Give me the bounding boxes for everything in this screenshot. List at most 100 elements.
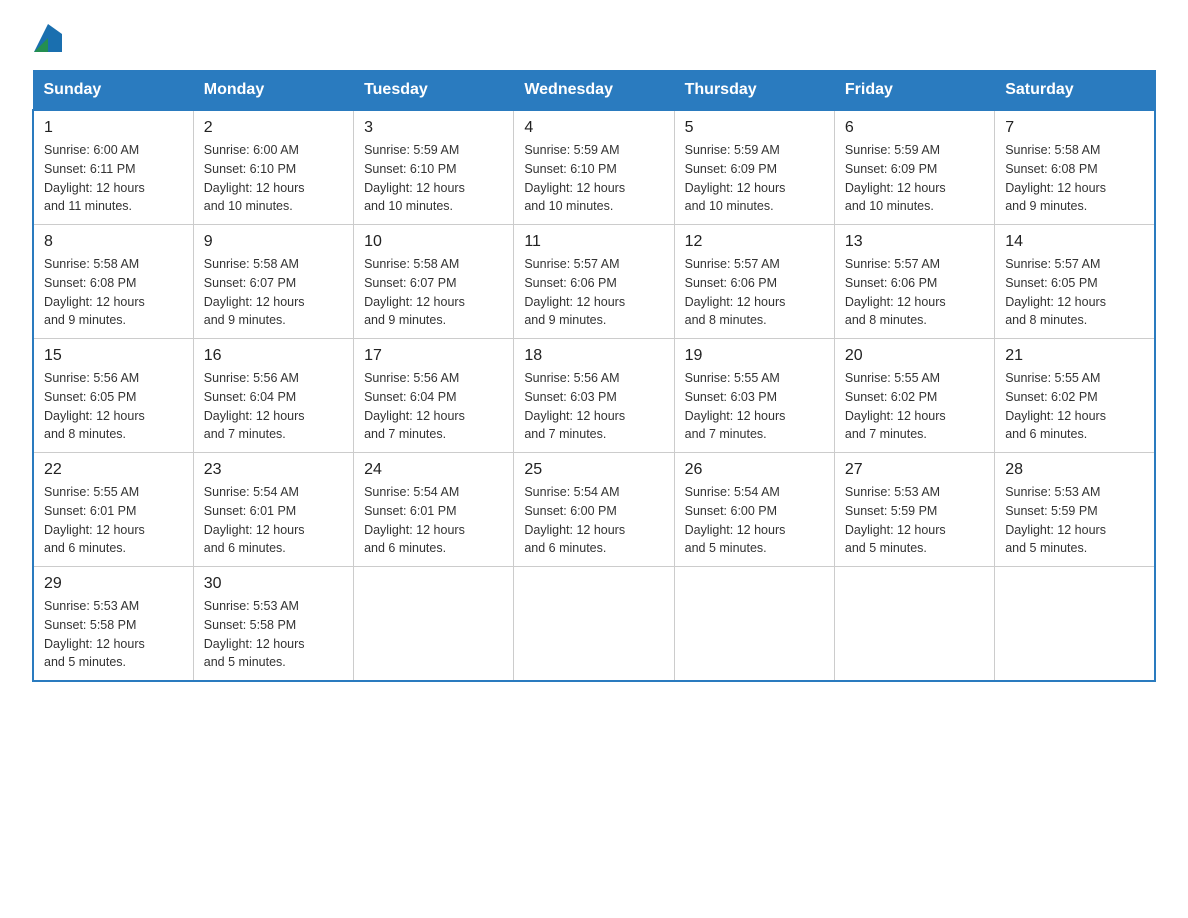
day-number: 9 [204, 233, 343, 251]
day-number: 25 [524, 461, 663, 479]
day-number: 22 [44, 461, 183, 479]
week-row-4: 22 Sunrise: 5:55 AMSunset: 6:01 PMDaylig… [33, 453, 1155, 567]
day-number: 21 [1005, 347, 1144, 365]
day-number: 10 [364, 233, 503, 251]
day-info: Sunrise: 5:56 AMSunset: 6:04 PMDaylight:… [364, 371, 465, 441]
day-info: Sunrise: 5:57 AMSunset: 6:06 PMDaylight:… [845, 257, 946, 327]
day-info: Sunrise: 5:58 AMSunset: 6:08 PMDaylight:… [44, 257, 145, 327]
day-info: Sunrise: 5:53 AMSunset: 5:58 PMDaylight:… [204, 599, 305, 669]
day-cell: 23 Sunrise: 5:54 AMSunset: 6:01 PMDaylig… [193, 453, 353, 567]
day-cell [514, 567, 674, 682]
day-info: Sunrise: 5:59 AMSunset: 6:10 PMDaylight:… [364, 143, 465, 213]
day-number: 19 [685, 347, 824, 365]
day-info: Sunrise: 5:56 AMSunset: 6:03 PMDaylight:… [524, 371, 625, 441]
week-row-1: 1 Sunrise: 6:00 AMSunset: 6:11 PMDayligh… [33, 110, 1155, 225]
day-cell: 2 Sunrise: 6:00 AMSunset: 6:10 PMDayligh… [193, 110, 353, 225]
day-cell: 30 Sunrise: 5:53 AMSunset: 5:58 PMDaylig… [193, 567, 353, 682]
day-number: 13 [845, 233, 984, 251]
day-cell: 1 Sunrise: 6:00 AMSunset: 6:11 PMDayligh… [33, 110, 193, 225]
day-info: Sunrise: 5:54 AMSunset: 6:00 PMDaylight:… [685, 485, 786, 555]
day-cell: 11 Sunrise: 5:57 AMSunset: 6:06 PMDaylig… [514, 225, 674, 339]
day-cell: 17 Sunrise: 5:56 AMSunset: 6:04 PMDaylig… [354, 339, 514, 453]
day-info: Sunrise: 5:53 AMSunset: 5:58 PMDaylight:… [44, 599, 145, 669]
day-info: Sunrise: 5:59 AMSunset: 6:09 PMDaylight:… [685, 143, 786, 213]
day-cell: 3 Sunrise: 5:59 AMSunset: 6:10 PMDayligh… [354, 110, 514, 225]
day-info: Sunrise: 5:57 AMSunset: 6:06 PMDaylight:… [685, 257, 786, 327]
day-info: Sunrise: 5:54 AMSunset: 6:01 PMDaylight:… [364, 485, 465, 555]
day-cell: 28 Sunrise: 5:53 AMSunset: 5:59 PMDaylig… [995, 453, 1155, 567]
logo-icon [34, 24, 62, 52]
day-number: 17 [364, 347, 503, 365]
day-info: Sunrise: 6:00 AMSunset: 6:11 PMDaylight:… [44, 143, 145, 213]
day-number: 14 [1005, 233, 1144, 251]
day-info: Sunrise: 5:57 AMSunset: 6:06 PMDaylight:… [524, 257, 625, 327]
day-number: 29 [44, 575, 183, 593]
week-row-5: 29 Sunrise: 5:53 AMSunset: 5:58 PMDaylig… [33, 567, 1155, 682]
calendar-table: SundayMondayTuesdayWednesdayThursdayFrid… [32, 70, 1156, 682]
day-number: 5 [685, 119, 824, 137]
day-number: 11 [524, 233, 663, 251]
day-cell: 13 Sunrise: 5:57 AMSunset: 6:06 PMDaylig… [834, 225, 994, 339]
day-number: 27 [845, 461, 984, 479]
day-info: Sunrise: 5:58 AMSunset: 6:07 PMDaylight:… [204, 257, 305, 327]
day-cell: 10 Sunrise: 5:58 AMSunset: 6:07 PMDaylig… [354, 225, 514, 339]
day-cell: 15 Sunrise: 5:56 AMSunset: 6:05 PMDaylig… [33, 339, 193, 453]
day-cell: 6 Sunrise: 5:59 AMSunset: 6:09 PMDayligh… [834, 110, 994, 225]
day-number: 30 [204, 575, 343, 593]
day-cell: 21 Sunrise: 5:55 AMSunset: 6:02 PMDaylig… [995, 339, 1155, 453]
header-day-friday: Friday [834, 71, 994, 111]
day-info: Sunrise: 5:55 AMSunset: 6:02 PMDaylight:… [1005, 371, 1106, 441]
day-cell: 20 Sunrise: 5:55 AMSunset: 6:02 PMDaylig… [834, 339, 994, 453]
day-number: 2 [204, 119, 343, 137]
week-row-3: 15 Sunrise: 5:56 AMSunset: 6:05 PMDaylig… [33, 339, 1155, 453]
page-header [32, 24, 1156, 52]
day-info: Sunrise: 5:53 AMSunset: 5:59 PMDaylight:… [845, 485, 946, 555]
day-number: 7 [1005, 119, 1144, 137]
header-day-monday: Monday [193, 71, 353, 111]
day-number: 24 [364, 461, 503, 479]
day-number: 18 [524, 347, 663, 365]
day-cell: 27 Sunrise: 5:53 AMSunset: 5:59 PMDaylig… [834, 453, 994, 567]
day-info: Sunrise: 5:57 AMSunset: 6:05 PMDaylight:… [1005, 257, 1106, 327]
day-cell: 26 Sunrise: 5:54 AMSunset: 6:00 PMDaylig… [674, 453, 834, 567]
header-day-saturday: Saturday [995, 71, 1155, 111]
header-day-tuesday: Tuesday [354, 71, 514, 111]
day-info: Sunrise: 5:56 AMSunset: 6:05 PMDaylight:… [44, 371, 145, 441]
day-number: 28 [1005, 461, 1144, 479]
day-number: 16 [204, 347, 343, 365]
day-cell: 22 Sunrise: 5:55 AMSunset: 6:01 PMDaylig… [33, 453, 193, 567]
day-info: Sunrise: 5:55 AMSunset: 6:01 PMDaylight:… [44, 485, 145, 555]
day-number: 1 [44, 119, 183, 137]
day-cell: 8 Sunrise: 5:58 AMSunset: 6:08 PMDayligh… [33, 225, 193, 339]
day-info: Sunrise: 5:55 AMSunset: 6:02 PMDaylight:… [845, 371, 946, 441]
day-number: 20 [845, 347, 984, 365]
day-info: Sunrise: 5:59 AMSunset: 6:09 PMDaylight:… [845, 143, 946, 213]
day-number: 26 [685, 461, 824, 479]
day-cell [674, 567, 834, 682]
day-info: Sunrise: 5:55 AMSunset: 6:03 PMDaylight:… [685, 371, 786, 441]
day-cell: 19 Sunrise: 5:55 AMSunset: 6:03 PMDaylig… [674, 339, 834, 453]
day-cell: 12 Sunrise: 5:57 AMSunset: 6:06 PMDaylig… [674, 225, 834, 339]
day-cell: 4 Sunrise: 5:59 AMSunset: 6:10 PMDayligh… [514, 110, 674, 225]
day-number: 12 [685, 233, 824, 251]
day-info: Sunrise: 5:54 AMSunset: 6:00 PMDaylight:… [524, 485, 625, 555]
day-cell: 29 Sunrise: 5:53 AMSunset: 5:58 PMDaylig… [33, 567, 193, 682]
day-cell: 7 Sunrise: 5:58 AMSunset: 6:08 PMDayligh… [995, 110, 1155, 225]
day-cell: 5 Sunrise: 5:59 AMSunset: 6:09 PMDayligh… [674, 110, 834, 225]
day-number: 3 [364, 119, 503, 137]
logo [32, 24, 62, 52]
day-cell: 16 Sunrise: 5:56 AMSunset: 6:04 PMDaylig… [193, 339, 353, 453]
day-cell [354, 567, 514, 682]
header-day-sunday: Sunday [33, 71, 193, 111]
day-number: 15 [44, 347, 183, 365]
day-cell [995, 567, 1155, 682]
day-info: Sunrise: 6:00 AMSunset: 6:10 PMDaylight:… [204, 143, 305, 213]
day-cell: 9 Sunrise: 5:58 AMSunset: 6:07 PMDayligh… [193, 225, 353, 339]
day-cell [834, 567, 994, 682]
header-row: SundayMondayTuesdayWednesdayThursdayFrid… [33, 71, 1155, 111]
day-info: Sunrise: 5:56 AMSunset: 6:04 PMDaylight:… [204, 371, 305, 441]
day-info: Sunrise: 5:59 AMSunset: 6:10 PMDaylight:… [524, 143, 625, 213]
day-number: 4 [524, 119, 663, 137]
week-row-2: 8 Sunrise: 5:58 AMSunset: 6:08 PMDayligh… [33, 225, 1155, 339]
day-cell: 18 Sunrise: 5:56 AMSunset: 6:03 PMDaylig… [514, 339, 674, 453]
